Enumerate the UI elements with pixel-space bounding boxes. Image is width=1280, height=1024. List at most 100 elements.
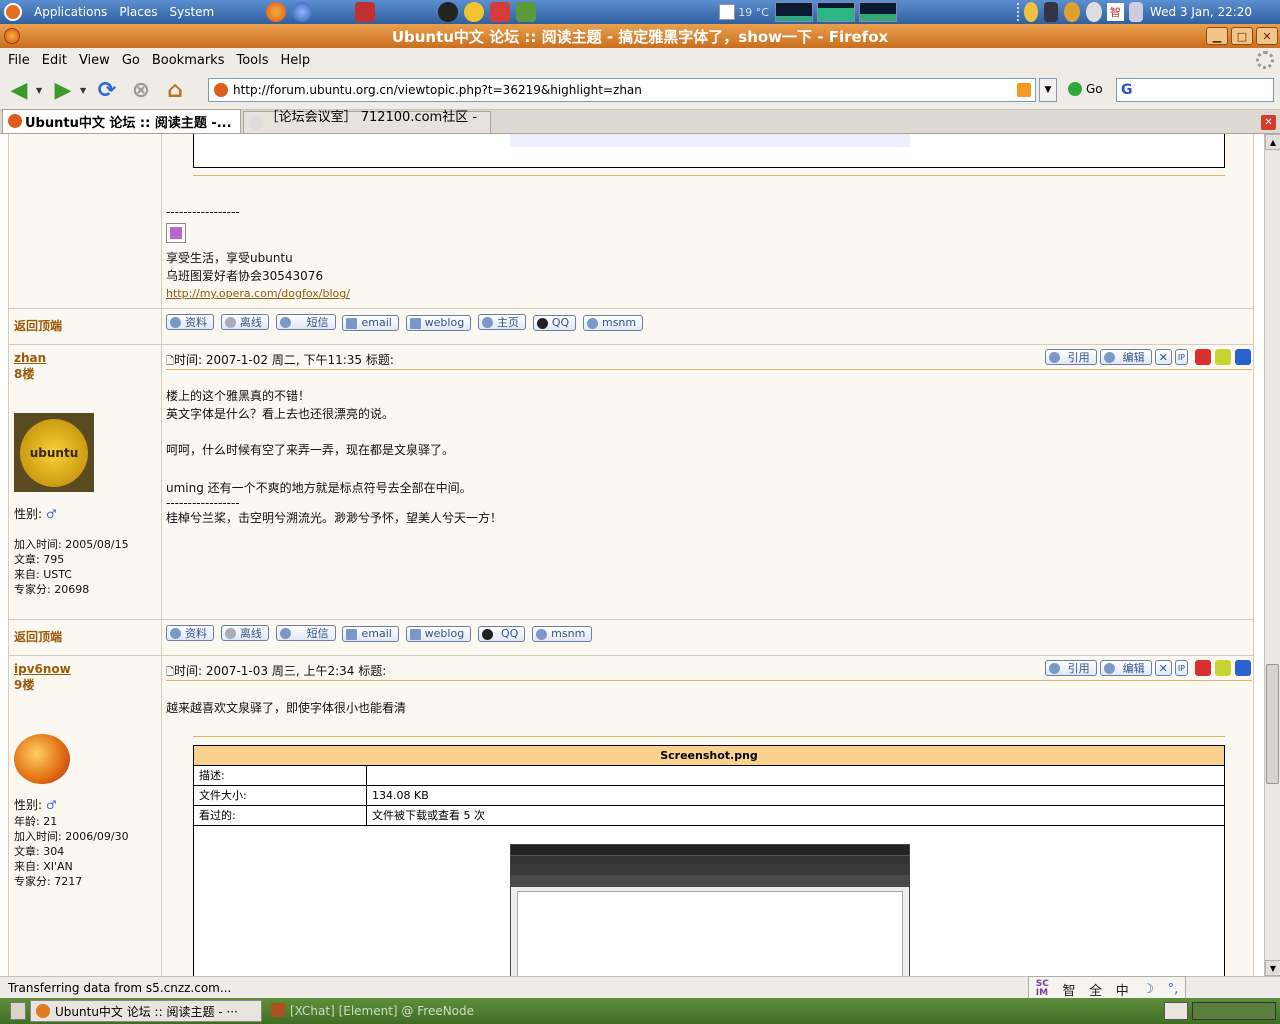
menu-bookmarks[interactable]: Bookmarks [146,53,231,68]
ip-button[interactable]: IP [1174,349,1188,365]
pm-button[interactable]: 短信 [275,314,336,330]
stop-icon[interactable]: ⊗ [126,76,156,106]
taskbar-xchat[interactable]: [XChat] [Element] @ FreeNode [266,1000,482,1022]
back-to-top-link[interactable]: 返回顶端 [14,317,62,334]
ime-moon-icon[interactable]: ☽ [1142,982,1154,997]
applications-menu[interactable]: Applications [28,5,113,19]
scroll-down-arrow-icon[interactable]: ▼ [1265,960,1280,976]
edit-button[interactable]: 编辑 [1099,349,1152,365]
ip-button[interactable]: IP [1174,660,1188,676]
minimize-button[interactable]: ▁ [1206,27,1228,45]
taskbar-firefox[interactable]: Ubuntu中文 论坛 :: 阅读主题 - ··· [30,1000,262,1022]
weblog-button[interactable]: weblog [405,625,472,642]
qq-button[interactable]: QQ [478,625,526,642]
book-launcher-icon[interactable] [516,2,537,22]
offline-button[interactable]: 离线 [220,625,269,641]
yellow-rate-icon[interactable] [1215,660,1231,676]
menu-file[interactable]: File [2,53,36,68]
offline-button[interactable]: 离线 [220,314,269,330]
close-tab-button[interactable]: ✕ [1261,115,1276,130]
edit-button[interactable]: 编辑 [1099,660,1152,676]
places-menu[interactable]: Places [113,5,163,19]
profile-button[interactable]: 资料 [166,314,214,330]
smiley-launcher-icon[interactable] [464,2,485,22]
blue-rate-icon[interactable] [1235,349,1251,365]
firefox-window-icon[interactable] [4,28,20,44]
sig-link[interactable]: http://my.opera.com/dogfox/blog/ [166,287,350,300]
msn-button[interactable]: msnm [532,625,593,642]
show-desktop-button[interactable] [10,1002,26,1020]
scim-logo-icon[interactable]: SC IM [1036,980,1049,998]
email-button[interactable]: email [342,314,399,331]
menu-tools[interactable]: Tools [230,53,274,68]
weather-icon[interactable] [719,4,736,20]
tab-712100[interactable]: ［论坛会议室］ 712100.com社区 - ... [242,110,491,140]
santa-launcher-icon[interactable] [355,2,376,22]
reload-icon[interactable]: ⟳ [92,76,122,106]
quote-button[interactable]: 引用 [1044,349,1097,365]
search-input[interactable]: G [1116,78,1274,102]
attachment-screenshot-thumbnail[interactable] [510,844,910,976]
menu-edit[interactable]: Edit [36,53,73,68]
quote-button[interactable]: 引用 [1044,660,1097,676]
back-to-top-link[interactable]: 返回顶端 [14,628,62,645]
mail-launcher-icon[interactable] [292,2,313,22]
google-search-icon[interactable]: G [1121,82,1133,98]
ime-punctuation-icon[interactable]: °, [1168,982,1179,997]
ime-panel-indicator[interactable]: 智 [1106,3,1124,21]
window-titlebar[interactable]: Ubuntu中文 论坛 :: 阅读主题 - 搞定雅黑字体了，show一下 - F… [0,24,1280,48]
forward-history-dropdown[interactable]: ▼ [80,86,90,95]
red-rate-icon[interactable] [1195,660,1211,676]
msn-button[interactable]: msnm [582,314,644,331]
music-icon[interactable] [1043,2,1058,22]
menu-go[interactable]: Go [116,53,146,68]
qq-launcher-icon[interactable] [438,2,459,22]
ime-fullwidth[interactable]: 全 [1089,980,1102,999]
back-history-dropdown[interactable]: ▼ [36,86,46,95]
vertical-scrollbar[interactable]: ▲ ▼ [1264,134,1280,976]
red-rate-icon[interactable] [1195,349,1211,365]
system-menu[interactable]: System [163,5,220,19]
forward-arrow-icon[interactable]: ▶ [48,76,78,106]
ime-chinese[interactable]: 中 [1116,980,1129,999]
profile-button[interactable]: 资料 [166,625,214,641]
close-button[interactable]: ✕ [1256,27,1278,45]
url-bar[interactable]: http://forum.ubuntu.org.cn/viewtopic.php… [208,78,1036,102]
clock[interactable]: Wed 3 Jan, 22:20 [1150,5,1252,19]
firefox-launcher-icon[interactable] [266,2,287,22]
author-name[interactable]: zhan [14,351,46,365]
delete-button[interactable]: ✕ [1154,349,1172,365]
back-arrow-icon[interactable]: ◀ [4,76,34,106]
pm-button[interactable]: 短信 [275,625,336,641]
rss-feed-icon[interactable] [1017,83,1031,97]
memory-monitor[interactable] [816,2,855,22]
qq-button[interactable]: QQ [532,314,577,331]
home-icon[interactable]: ⌂ [160,76,190,106]
weblog-button[interactable]: weblog [405,314,472,331]
scroll-thumb[interactable] [1266,664,1279,784]
cpu-monitor[interactable] [774,2,813,22]
user-icon[interactable] [1023,2,1038,22]
url-text[interactable]: http://forum.ubuntu.org.cn/viewtopic.php… [233,83,642,97]
tab-ubuntu-forum[interactable]: Ubuntu中文 论坛 :: 阅读主题 -... [2,109,241,133]
network-monitor[interactable] [858,2,897,22]
ime-mode-zhi[interactable]: 智 [1062,980,1075,999]
menu-view[interactable]: View [73,53,116,68]
url-history-dropdown[interactable]: ▼ [1039,78,1057,102]
delete-button[interactable]: ✕ [1154,660,1172,676]
volume-icon[interactable] [1128,2,1143,22]
update-notifier-icon[interactable] [1063,2,1080,22]
menu-help[interactable]: Help [275,53,317,68]
maximize-button[interactable]: □ [1231,27,1253,45]
workspace-switcher-1[interactable] [1164,1002,1188,1020]
yellow-rate-icon[interactable] [1215,349,1231,365]
gear-icon[interactable] [1085,2,1102,22]
prev-attachment-thumbnail[interactable] [510,134,910,147]
blue-rate-icon[interactable] [1235,660,1251,676]
author-name[interactable]: ipv6now [14,662,71,676]
go-button[interactable]: Go [1068,82,1103,96]
homepage-button[interactable]: 主页 [478,314,526,330]
scroll-up-arrow-icon[interactable]: ▲ [1265,134,1280,150]
email-button[interactable]: email [342,625,399,642]
workspace-switcher[interactable] [1192,1002,1276,1020]
